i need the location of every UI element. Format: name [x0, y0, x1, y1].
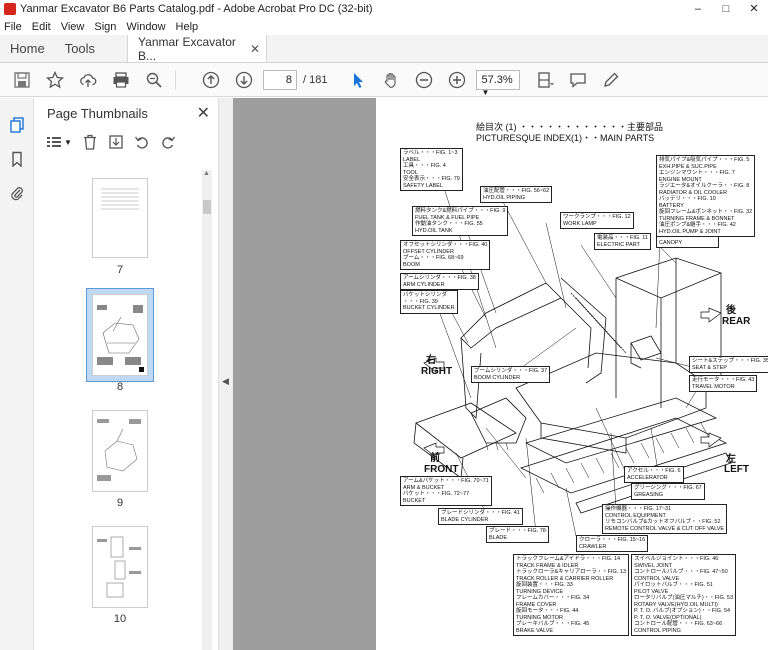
panel-toolbar: ▼ [34, 128, 218, 156]
zoom-out-icon[interactable] [413, 69, 435, 91]
menu-edit[interactable]: Edit [32, 21, 51, 33]
menu-help[interactable]: Help [176, 21, 199, 33]
window-titlebar: Yanmar Excavator B6 Parts Catalog.pdf - … [0, 0, 768, 18]
panel-title: Page Thumbnails [47, 105, 148, 121]
label-box: 操作機器・・・FIG. 17~31 CONTROL EQUIPMENT リモコン… [602, 504, 728, 534]
direction-right: RIGHT [421, 366, 453, 377]
tab-document[interactable]: Yanmar Excavator B... ✕ [127, 34, 268, 63]
menu-bar: File Edit View Sign Window Help [0, 18, 768, 35]
page-layout-icon[interactable] [534, 69, 556, 91]
scroll-up-icon[interactable]: ▲ [203, 170, 210, 177]
hand-tool-icon[interactable] [380, 69, 402, 91]
navigation-strip [0, 98, 34, 650]
comment-icon[interactable] [567, 69, 589, 91]
menu-file[interactable]: File [4, 21, 22, 33]
label-box: ブレードシリンダ・・・FIG. 41 BLADE CYLINDER [438, 508, 523, 525]
panel-header: Page Thumbnails ✕ [34, 98, 218, 128]
thumbnail-page-8[interactable] [92, 294, 148, 376]
label-box: 電装品・・・FIG. 11 ELECTRIC PART [594, 233, 651, 250]
minimize-icon[interactable]: – [684, 0, 712, 18]
close-window-icon[interactable]: ✕ [740, 0, 768, 18]
direction-front: FRONT [424, 464, 459, 475]
save-icon[interactable] [11, 69, 33, 91]
options-menu-icon[interactable]: ▼ [46, 134, 72, 150]
rotate-clockwise-icon[interactable] [160, 134, 176, 150]
label-box: ブレード・・・FIG. 78 BLADE [486, 526, 549, 543]
rotate-counterclockwise-icon[interactable] [134, 134, 150, 150]
tab-tools[interactable]: Tools [55, 35, 105, 62]
label-box: ラベル・・・FIG. 1~3 LABEL 工具・・・FIG. 4 TOOL 安全… [400, 148, 463, 191]
label-box: ブームシリンダ・・・FIG. 37 BOOM CYLINDER [471, 366, 551, 383]
label-box: 燃料タンク&燃料パイプ・・・FIG. 9 FUEL TANK & FUEL PI… [412, 206, 509, 236]
window-controls: – □ ✕ [684, 0, 768, 18]
page-total: / 181 [303, 73, 328, 86]
extract-pages-icon[interactable] [108, 134, 124, 150]
direction-rear-jp: 後 [726, 305, 736, 316]
document-viewer: 絵目次 (1) ・・・・・・・・・・・・主要部品 PICTURESQUE IND… [233, 98, 768, 650]
page-thumbnails-icon[interactable] [0, 108, 34, 142]
label-box: 走行モータ・・・FIG. 43 TRAVEL MOTOR [689, 375, 758, 392]
close-tab-icon[interactable]: ✕ [250, 42, 260, 56]
bookmark-star-icon[interactable] [44, 69, 66, 91]
upload-cloud-icon[interactable] [77, 69, 99, 91]
zoom-level-value: 57.3% [481, 73, 513, 86]
search-zoom-icon[interactable] [143, 69, 165, 91]
thumbnail-page-10[interactable] [92, 526, 148, 608]
collapse-panel-icon[interactable]: ◀ [222, 376, 229, 387]
label-box: バケットシリンダ ・・・FIG. 39 BUCKET CYLINDER [400, 290, 458, 314]
label-box: スイベルジョイント・・・FIG. 46 SWIVEL JOINT コントロールバ… [631, 554, 737, 636]
label-box: アーム&バケット・・・FIG. 70~71 ARM & BUCKET バケット・… [400, 476, 492, 506]
direction-rear: REAR [722, 316, 751, 327]
page-number-input[interactable]: 8 [263, 69, 297, 90]
select-cursor-icon[interactable] [347, 69, 369, 91]
label-box: 排気パイプ&吸気パイプ・・・FIG. 5 EXH.PIPE & SUC.PIPE… [656, 155, 756, 237]
label-box: アームシリンダ・・・FIG. 38 ARM CYLINDER [400, 273, 479, 290]
tab-home[interactable]: Home [0, 35, 55, 62]
delete-page-icon[interactable] [82, 134, 98, 150]
toolbar-divider [175, 69, 176, 90]
panel-splitter[interactable]: ◀ [219, 98, 233, 650]
main-toolbar: 8 / 181 57.3% ▼ [0, 63, 768, 97]
menu-window[interactable]: Window [126, 21, 165, 33]
label-box: アクセル・・・FIG. 6 ACCELERATOR [624, 466, 684, 483]
label-box: 油圧配管・・・FIG. 56~62 HYD.OIL PIPING [480, 186, 553, 203]
direction-left: LEFT [724, 464, 749, 475]
zoom-level-field[interactable]: 57.3% ▼ [476, 69, 521, 97]
print-icon[interactable] [110, 69, 132, 91]
thumbnail-label: 7 [116, 264, 124, 276]
thumbnail-label: 9 [116, 497, 124, 509]
scrollbar-thumb[interactable] [203, 200, 211, 214]
attachments-paperclip-icon[interactable] [0, 176, 34, 210]
next-page-icon[interactable] [233, 69, 255, 91]
pdf-page: 絵目次 (1) ・・・・・・・・・・・・主要部品 PICTURESQUE IND… [376, 98, 768, 650]
direction-front-jp: 前 [430, 453, 440, 464]
label-box: クローラ・・・FIG. 15~16 CRAWLER [576, 535, 649, 552]
window-title: Yanmar Excavator B6 Parts Catalog.pdf - … [20, 3, 373, 15]
chevron-down-icon: ▼ [481, 87, 490, 97]
thumbnail-label: 8 [116, 381, 124, 393]
thumbnail-page-9[interactable] [92, 410, 148, 492]
close-panel-icon[interactable]: ✕ [197, 103, 210, 123]
previous-page-icon[interactable] [200, 69, 222, 91]
thumbnail-page-7[interactable] [92, 178, 148, 258]
page-thumbnails-panel: Page Thumbnails ✕ ▼ 7 8 9 10 [34, 98, 219, 650]
label-box: グリーシング・・・FIG. 67 GREASING [631, 483, 705, 500]
menu-sign[interactable]: Sign [94, 21, 116, 33]
zoom-in-icon[interactable] [446, 69, 468, 91]
thumbnail-scrollbar[interactable]: ▲ [202, 170, 212, 650]
thumbnail-label: 10 [113, 613, 127, 625]
label-box: トラックフレーム&アイドラ・・・FIG. 14 TRACK FRAME & ID… [513, 554, 630, 636]
maximize-icon[interactable]: □ [712, 0, 740, 18]
direction-right-jp: 右 [426, 355, 436, 366]
label-box: シート&ステップ・・・FIG. 35 SEAT & STEP [689, 356, 768, 373]
tab-document-label: Yanmar Excavator B... [138, 34, 236, 63]
acrobat-logo-icon [4, 3, 16, 15]
tab-bar: Home Tools Yanmar Excavator B... ✕ [0, 35, 768, 63]
draw-pen-icon[interactable] [600, 69, 622, 91]
bookmarks-icon[interactable] [0, 142, 34, 176]
label-box: ワークランプ・・・FIG. 12 WORK LAMP [560, 212, 634, 229]
label-box: オフセットシリンダ・・・FIG. 40 OFFSET CYLINDER ブーム・… [400, 240, 491, 270]
menu-view[interactable]: View [61, 21, 85, 33]
